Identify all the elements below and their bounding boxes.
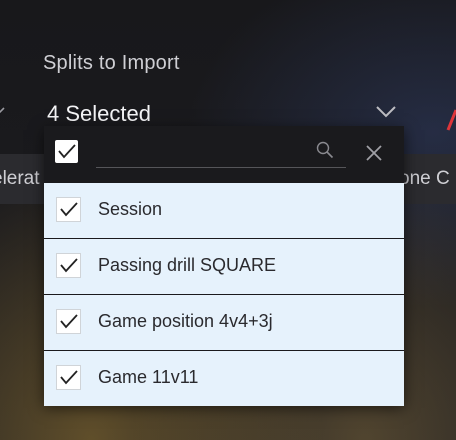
side-chip-left[interactable]: elerat xyxy=(0,154,48,204)
list-item[interactable]: Passing drill SQUARE xyxy=(44,239,404,295)
splits-dropdown: Session Passing drill SQUARE Game positi… xyxy=(44,126,404,406)
split-list: Session Passing drill SQUARE Game positi… xyxy=(44,183,404,406)
checkmark-icon xyxy=(60,314,78,329)
close-icon[interactable] xyxy=(365,144,383,162)
dropdown-header xyxy=(44,126,404,183)
search-icon[interactable] xyxy=(316,141,334,159)
chevron-down-icon[interactable] xyxy=(376,106,396,118)
checkmark-icon xyxy=(60,202,78,217)
list-item[interactable]: Session xyxy=(44,183,404,239)
item-checkbox[interactable] xyxy=(56,197,81,222)
search-input[interactable] xyxy=(96,140,310,166)
field-label: Splits to Import xyxy=(43,52,180,74)
list-item[interactable]: Game 11v11 xyxy=(44,351,404,406)
selected-summary[interactable]: 4 Selected xyxy=(47,101,151,127)
chevron-icon xyxy=(0,107,5,114)
checkmark-icon xyxy=(60,258,78,273)
side-chip-right[interactable]: one C xyxy=(395,154,456,204)
item-label: Game position 4v4+3j xyxy=(98,311,273,331)
item-label: Game 11v11 xyxy=(98,367,199,387)
checkmark-icon xyxy=(58,144,76,159)
item-label: Session xyxy=(98,199,163,219)
item-checkbox[interactable] xyxy=(56,309,81,334)
red-indicator-icon xyxy=(446,109,456,131)
list-item[interactable]: Game position 4v4+3j xyxy=(44,295,404,351)
item-label: Passing drill SQUARE xyxy=(98,255,277,275)
checkmark-icon xyxy=(60,370,78,385)
item-checkbox[interactable] xyxy=(56,365,81,390)
search-underline xyxy=(96,167,346,168)
select-all-checkbox[interactable] xyxy=(55,140,78,163)
item-checkbox[interactable] xyxy=(56,253,81,278)
